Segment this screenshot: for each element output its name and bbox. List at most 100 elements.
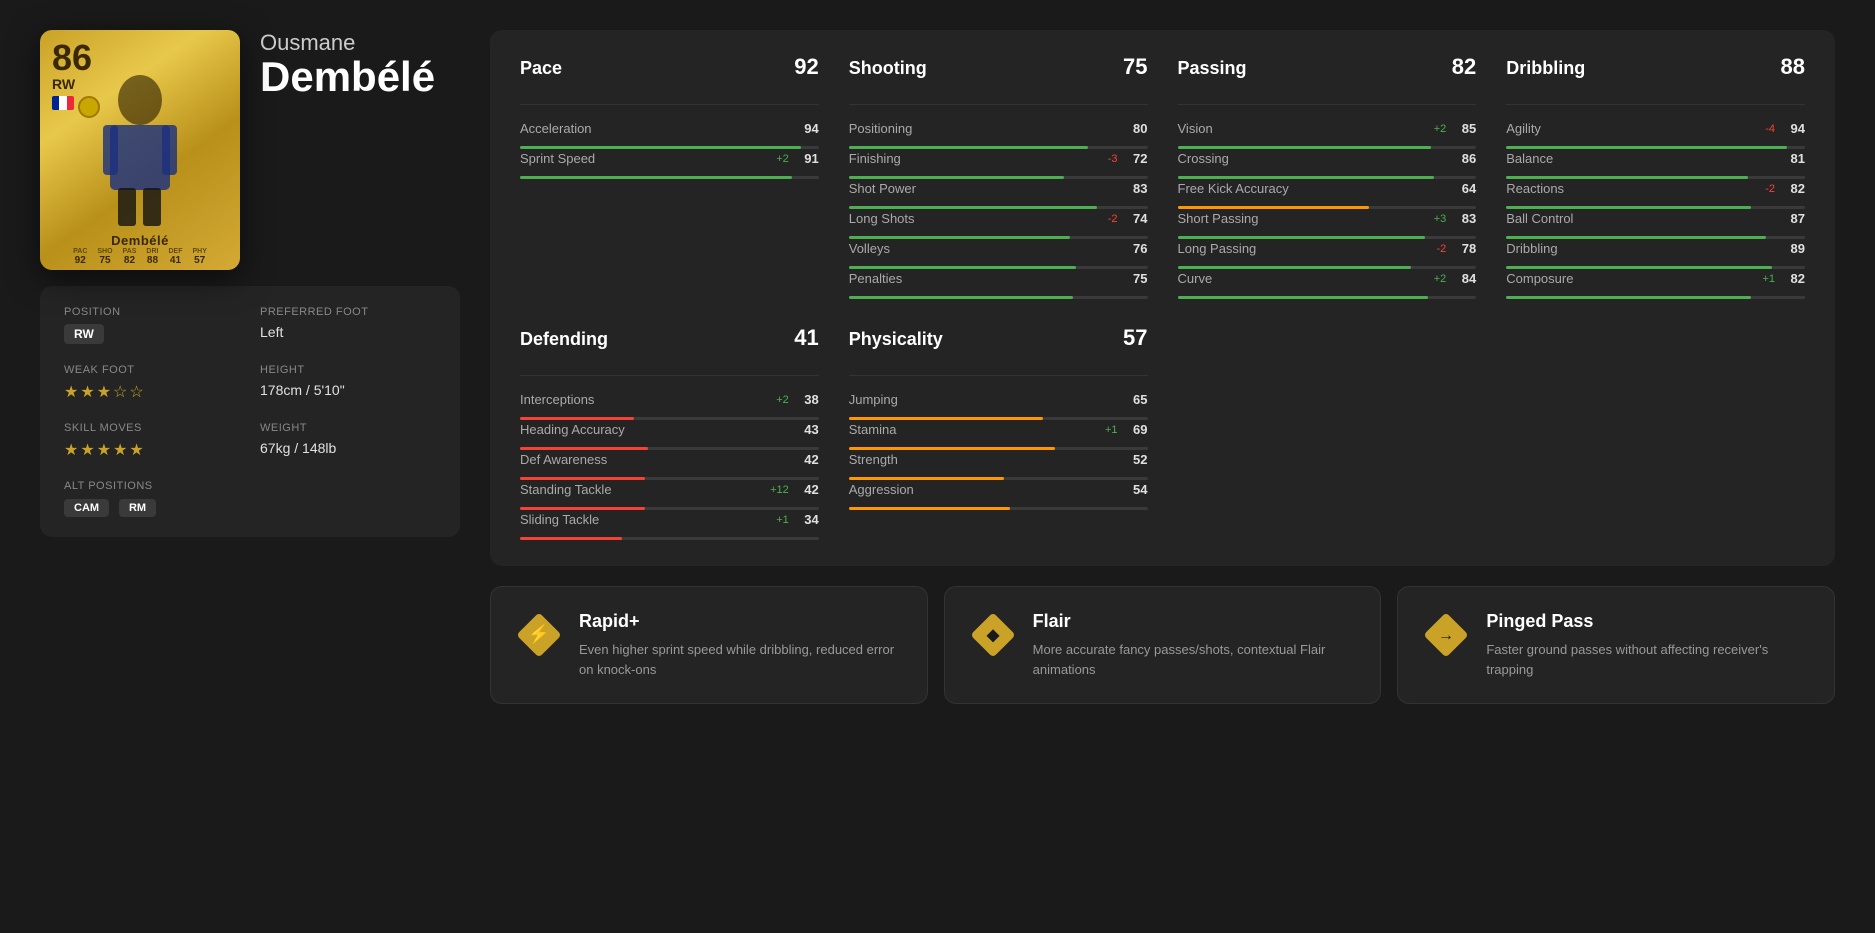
stat-row-long-passing: Long Passing -2 78 <box>1178 241 1477 256</box>
physicality-value: 57 <box>1123 325 1147 351</box>
stat-val-stamina: 69 <box>1124 422 1148 437</box>
stat-name-penalties: Penalties <box>849 271 1094 286</box>
stat-row-agility: Agility -4 94 <box>1506 121 1805 136</box>
flag-stripe-blue <box>52 96 59 110</box>
stat-val-ball-control: 87 <box>1781 211 1805 226</box>
pace-header: Pace 92 <box>520 54 819 88</box>
stat-name-acceleration: Acceleration <box>520 121 765 136</box>
player-card-wrap: 86 RW <box>40 30 240 270</box>
stat-val-short-passing: 83 <box>1452 211 1476 226</box>
trait-name-pinged-pass: Pinged Pass <box>1486 611 1810 632</box>
shooting-divider <box>849 104 1148 105</box>
stat-val-standing-tackle: 42 <box>795 482 819 497</box>
stat-category-pace: Pace 92 Acceleration 94 Sprint Speed <box>520 54 819 301</box>
passing-divider <box>1178 104 1477 105</box>
shooting-name: Shooting <box>849 58 927 79</box>
stat-name-balance: Balance <box>1506 151 1751 166</box>
stat-name-positioning: Positioning <box>849 121 1094 136</box>
dribbling-header: Dribbling 88 <box>1506 54 1805 88</box>
stat-name-finishing: Finishing <box>849 151 1094 166</box>
stat-row-reactions: Reactions -2 82 <box>1506 181 1805 196</box>
stat-val-crossing: 86 <box>1452 151 1476 166</box>
trait-name-rapid: Rapid+ <box>579 611 903 632</box>
pace-name: Pace <box>520 58 562 79</box>
stat-name-long-shots: Long Shots <box>849 211 1094 226</box>
stat-mod-standing-tackle: +12 <box>765 484 789 496</box>
stat-mod-vision: +2 <box>1422 123 1446 135</box>
stat-row-stamina: Stamina +1 69 <box>849 422 1148 437</box>
stat-val-shot-power: 83 <box>1124 181 1148 196</box>
stat-val-agility: 94 <box>1781 121 1805 136</box>
card-top: 86 RW <box>40 30 240 118</box>
trait-card-rapid: ⚡ Rapid+ Even higher sprint speed while … <box>490 586 928 704</box>
stat-val-heading-accuracy: 43 <box>795 422 819 437</box>
alt-positions-label: Alt Positions <box>64 480 436 492</box>
stat-row-volleys: Volleys 76 <box>849 241 1148 256</box>
passing-value: 82 <box>1452 54 1476 80</box>
stat-row-standing-tackle: Standing Tackle +12 42 <box>520 482 819 497</box>
physicality-header: Physicality 57 <box>849 325 1148 359</box>
stat-bar-wrap-acceleration <box>520 146 819 149</box>
stat-val-balance: 81 <box>1781 151 1805 166</box>
height-value: 178cm / 5'10" <box>260 382 436 398</box>
stat-row-ball-control: Ball Control 87 <box>1506 211 1805 226</box>
stat-category-passing: Passing 82 Vision +2 85 Crossing 86 <box>1178 54 1477 301</box>
info-weight: Weight 67kg / 148lb <box>260 422 436 460</box>
stat-name-def-awareness: Def Awareness <box>520 452 765 467</box>
stat-name-strength: Strength <box>849 452 1094 467</box>
physicality-divider <box>849 375 1148 376</box>
trait-desc-flair: More accurate fancy passes/shots, contex… <box>1033 640 1357 679</box>
stat-row-vision: Vision +2 85 <box>1178 121 1477 136</box>
right-panel: Pace 92 Acceleration 94 Sprint Speed <box>490 30 1835 704</box>
stat-val-positioning: 80 <box>1124 121 1148 136</box>
stat-row-interceptions: Interceptions +2 38 <box>520 392 819 407</box>
stat-val-long-passing: 78 <box>1452 241 1476 256</box>
flag-stripe-white <box>59 96 66 110</box>
stat-row-sliding-tackle: Sliding Tackle +1 34 <box>520 512 819 527</box>
card-stat-phy: PHY 57 <box>192 248 206 266</box>
stat-bar-wrap-sprint-speed <box>520 176 819 179</box>
trait-text-rapid: Rapid+ Even higher sprint speed while dr… <box>579 611 903 679</box>
card-position-top: RW <box>52 76 75 92</box>
stat-row-heading-accuracy: Heading Accuracy 43 <box>520 422 819 437</box>
stat-row-free-kick-accuracy: Free Kick Accuracy 64 <box>1178 181 1477 196</box>
stat-val-volleys: 76 <box>1124 241 1148 256</box>
stat-mod-agility: -4 <box>1751 123 1775 135</box>
stat-row-curve: Curve +2 84 <box>1178 271 1477 286</box>
dribbling-value: 88 <box>1781 54 1805 80</box>
stat-bar-sprint-speed <box>520 176 792 179</box>
stat-val-curve: 84 <box>1452 271 1476 286</box>
shooting-value: 75 <box>1123 54 1147 80</box>
preferred-foot-label: Preferred Foot <box>260 306 436 318</box>
stat-row-crossing: Crossing 86 <box>1178 151 1477 166</box>
stat-val-finishing: 72 <box>1124 151 1148 166</box>
stat-val-dribbling-stat: 89 <box>1781 241 1805 256</box>
weight-label: Weight <box>260 422 436 434</box>
stat-name-reactions: Reactions <box>1506 181 1751 196</box>
stat-val-strength: 52 <box>1124 452 1148 467</box>
skill-moves-value: ★★★★★ <box>64 440 240 460</box>
passing-header: Passing 82 <box>1178 54 1477 88</box>
stat-row-aggression: Aggression 54 <box>849 482 1148 497</box>
skill-moves-stars: ★★★★★ <box>64 442 146 459</box>
preferred-foot-value: Left <box>260 324 436 340</box>
stat-bar-acceleration <box>520 146 801 149</box>
position-label: Position <box>64 306 240 318</box>
page-container: 86 RW <box>0 0 1875 734</box>
defending-value: 41 <box>794 325 818 351</box>
alt-position-rm: RM <box>119 499 156 517</box>
stat-name-composure: Composure <box>1506 271 1751 286</box>
stat-name-shot-power: Shot Power <box>849 181 1094 196</box>
stat-val-long-shots: 74 <box>1124 211 1148 226</box>
weak-foot-stars: ★★★☆☆ <box>64 384 146 401</box>
trait-desc-pinged-pass: Faster ground passes without affecting r… <box>1486 640 1810 679</box>
stat-val-composure: 82 <box>1781 271 1805 286</box>
stat-name-dribbling-stat: Dribbling <box>1506 241 1751 256</box>
france-flag <box>52 96 74 110</box>
info-weak-foot: Weak Foot ★★★☆☆ <box>64 364 240 402</box>
stat-name-ball-control: Ball Control <box>1506 211 1751 226</box>
dribbling-divider <box>1506 104 1805 105</box>
stat-category-defending: Defending 41 Interceptions +2 38 Heading… <box>520 325 819 542</box>
stat-val-penalties: 75 <box>1124 271 1148 286</box>
shooting-header: Shooting 75 <box>849 54 1148 88</box>
